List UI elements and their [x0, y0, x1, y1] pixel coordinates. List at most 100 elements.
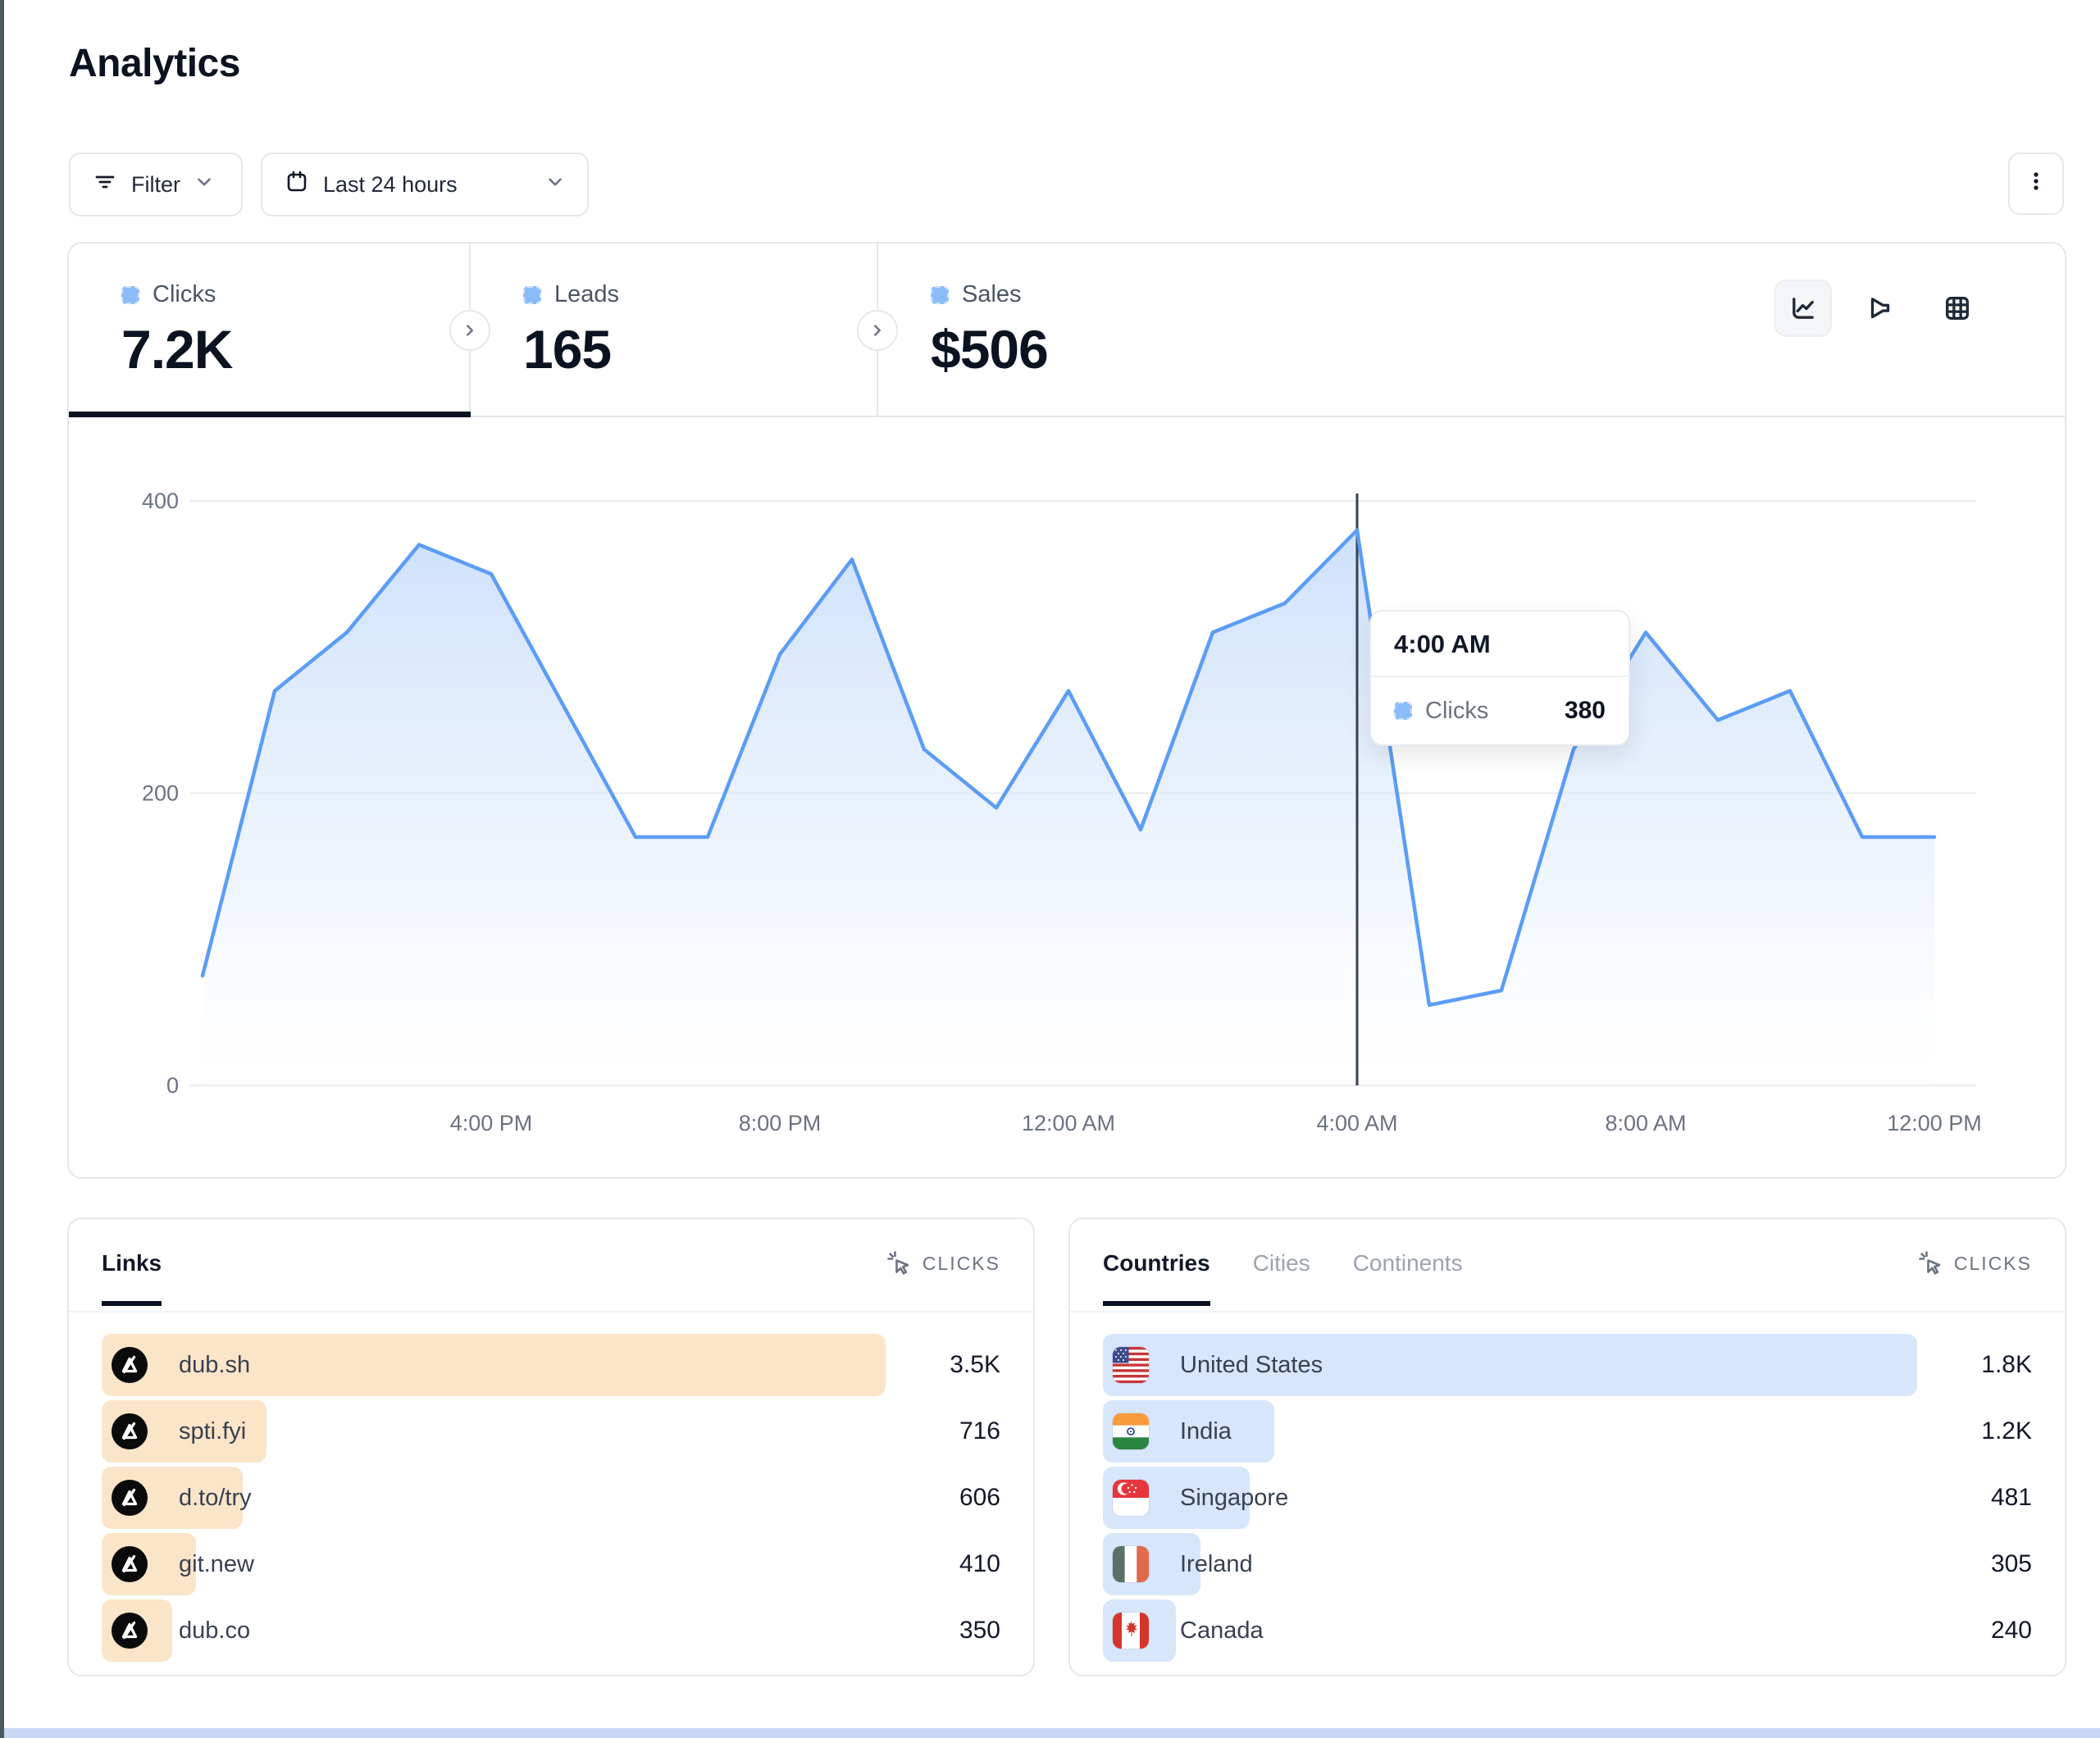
- countries-panel: Countries Cities Continents CLICKS Unite…: [1068, 1217, 2066, 1677]
- date-range-label: Last 24 hours: [323, 172, 458, 198]
- link-avatar: [112, 1613, 148, 1649]
- row-content: Singapore: [1103, 1480, 1288, 1516]
- leads-legend-swatch: [523, 286, 541, 304]
- x-axis-tick: 4:00 AM: [1316, 1111, 1397, 1135]
- date-range-button[interactable]: Last 24 hours: [261, 152, 589, 216]
- tab-continents[interactable]: Continents: [1353, 1250, 1463, 1304]
- singapore-flag-icon: [1113, 1480, 1149, 1516]
- chevron-right-icon: [868, 321, 886, 339]
- sales-legend-swatch: [931, 286, 949, 304]
- row-value: 1.2K: [1925, 1417, 2032, 1445]
- chevron-down-icon: [544, 171, 566, 198]
- list-item[interactable]: git.new410: [102, 1533, 1000, 1595]
- row-value: 1.8K: [1925, 1351, 2032, 1379]
- clicks-chart-area[interactable]: 02004004:00 PM8:00 PM12:00 AM4:00 AM8:00…: [69, 416, 2065, 1177]
- expand-leads-sales-button[interactable]: [857, 310, 898, 351]
- list-item[interactable]: Canada 240: [1103, 1599, 2032, 1662]
- row-value: 3.5K: [894, 1351, 1000, 1379]
- row-content: Ireland: [1103, 1546, 1253, 1582]
- tab-clicks[interactable]: Clicks 7.2K: [69, 243, 469, 416]
- row-content: dub.sh: [102, 1347, 250, 1383]
- list-item[interactable]: spti.fyi716: [102, 1400, 1000, 1463]
- countries-list: United States1.8K India 1.2K Singapore 481 Ir…: [1070, 1313, 2065, 1662]
- leads-tab-label: Leads: [554, 281, 619, 308]
- countries-metric-label: CLICKS: [1954, 1253, 2032, 1275]
- row-label: spti.fyi: [179, 1418, 246, 1445]
- x-axis-tick: 8:00 AM: [1605, 1111, 1686, 1135]
- line-chart-view-button[interactable]: [1774, 280, 1832, 337]
- row-label: Singapore: [1180, 1485, 1288, 1512]
- ca-flag: [1113, 1613, 1149, 1649]
- row-content: d.to/try: [102, 1480, 252, 1516]
- funnel-chart-view-button[interactable]: [1852, 280, 1909, 337]
- list-item[interactable]: d.to/try 606: [102, 1467, 1000, 1529]
- x-axis-tick: 4:00 PM: [450, 1111, 533, 1135]
- dub-logo-icon: [112, 1413, 148, 1449]
- dub-logo-icon: [112, 1347, 148, 1383]
- line-chart-icon: [1788, 293, 1819, 324]
- x-axis-tick: 12:00 PM: [1887, 1111, 1982, 1135]
- india-flag-icon: [1113, 1413, 1149, 1449]
- row-value: 481: [1925, 1484, 2032, 1512]
- row-label: d.to/try: [179, 1485, 252, 1512]
- ireland-flag-icon: [1113, 1546, 1149, 1582]
- chart-view-switcher: [1774, 280, 1986, 337]
- us-flag: [1113, 1347, 1149, 1383]
- clicks-legend-swatch: [121, 286, 139, 304]
- more-options-button[interactable]: [2008, 152, 2064, 215]
- tab-cities[interactable]: Cities: [1253, 1250, 1310, 1304]
- x-axis-tick: 8:00 PM: [739, 1111, 822, 1135]
- list-item[interactable]: dub.sh 3.5K: [102, 1334, 1000, 1396]
- expand-clicks-leads-button[interactable]: [449, 310, 490, 351]
- dub-logo-icon: [112, 1613, 148, 1649]
- tab-leads[interactable]: Leads 165: [469, 243, 877, 416]
- tooltip-series-label: Clicks: [1425, 698, 1488, 725]
- table-view-button[interactable]: [1929, 280, 1986, 337]
- list-item[interactable]: Singapore 481: [1103, 1467, 2032, 1529]
- row-label: Canada: [1180, 1617, 1264, 1645]
- cursor-click-icon: [886, 1250, 913, 1276]
- in-flag: [1113, 1413, 1149, 1449]
- table-grid-icon: [1942, 293, 1973, 324]
- clicks-tab-value: 7.2K: [121, 318, 469, 380]
- sg-flag: [1113, 1480, 1149, 1516]
- leads-tab-value: 165: [523, 318, 877, 380]
- tooltip-value: 380: [1565, 697, 1606, 725]
- funnel-chart-icon: [1865, 293, 1896, 324]
- row-label: India: [1180, 1418, 1232, 1445]
- canada-flag-icon: [1113, 1613, 1149, 1649]
- y-axis-tick: 200: [142, 781, 179, 806]
- row-value: 240: [1925, 1617, 2032, 1645]
- list-item[interactable]: United States1.8K: [1103, 1334, 2032, 1396]
- clicks-area-chart[interactable]: 02004004:00 PM8:00 PM12:00 AM4:00 AM8:00…: [69, 416, 2065, 1177]
- stats-tabs-row: Clicks 7.2K Leads 165 Sales $506: [69, 243, 2065, 417]
- tooltip-legend-swatch: [1394, 702, 1412, 720]
- sales-tab-label: Sales: [962, 281, 1022, 308]
- row-value: 606: [894, 1484, 1000, 1512]
- filter-button[interactable]: Filter: [69, 152, 243, 216]
- link-avatar: [112, 1480, 148, 1516]
- row-value: 305: [1925, 1550, 2032, 1578]
- tab-links[interactable]: Links: [102, 1250, 162, 1304]
- countries-metric-selector[interactable]: CLICKS: [1918, 1250, 2032, 1276]
- links-metric-selector[interactable]: CLICKS: [886, 1250, 1000, 1276]
- y-axis-tick: 0: [166, 1073, 179, 1098]
- row-content: spti.fyi: [102, 1413, 246, 1449]
- analytics-card: Clicks 7.2K Leads 165 Sales $506: [67, 242, 2066, 1179]
- row-label: dub.co: [179, 1617, 250, 1645]
- clicks-tab-label: Clicks: [153, 281, 216, 308]
- chevron-down-icon: [194, 171, 215, 198]
- row-label: Ireland: [1180, 1551, 1253, 1578]
- page-title: Analytics: [69, 41, 240, 86]
- list-item[interactable]: dub.co350: [102, 1599, 1000, 1662]
- list-item[interactable]: Ireland 305: [1103, 1533, 2032, 1595]
- row-content: India: [1103, 1413, 1232, 1449]
- us-flag-icon: [1113, 1347, 1149, 1383]
- dub-logo-icon: [112, 1480, 148, 1516]
- filter-icon: [92, 169, 118, 201]
- link-avatar: [112, 1347, 148, 1383]
- tooltip-time: 4:00 AM: [1371, 612, 1629, 677]
- tab-countries[interactable]: Countries: [1103, 1250, 1210, 1304]
- x-axis-tick: 12:00 AM: [1022, 1111, 1115, 1135]
- list-item[interactable]: India 1.2K: [1103, 1400, 2032, 1463]
